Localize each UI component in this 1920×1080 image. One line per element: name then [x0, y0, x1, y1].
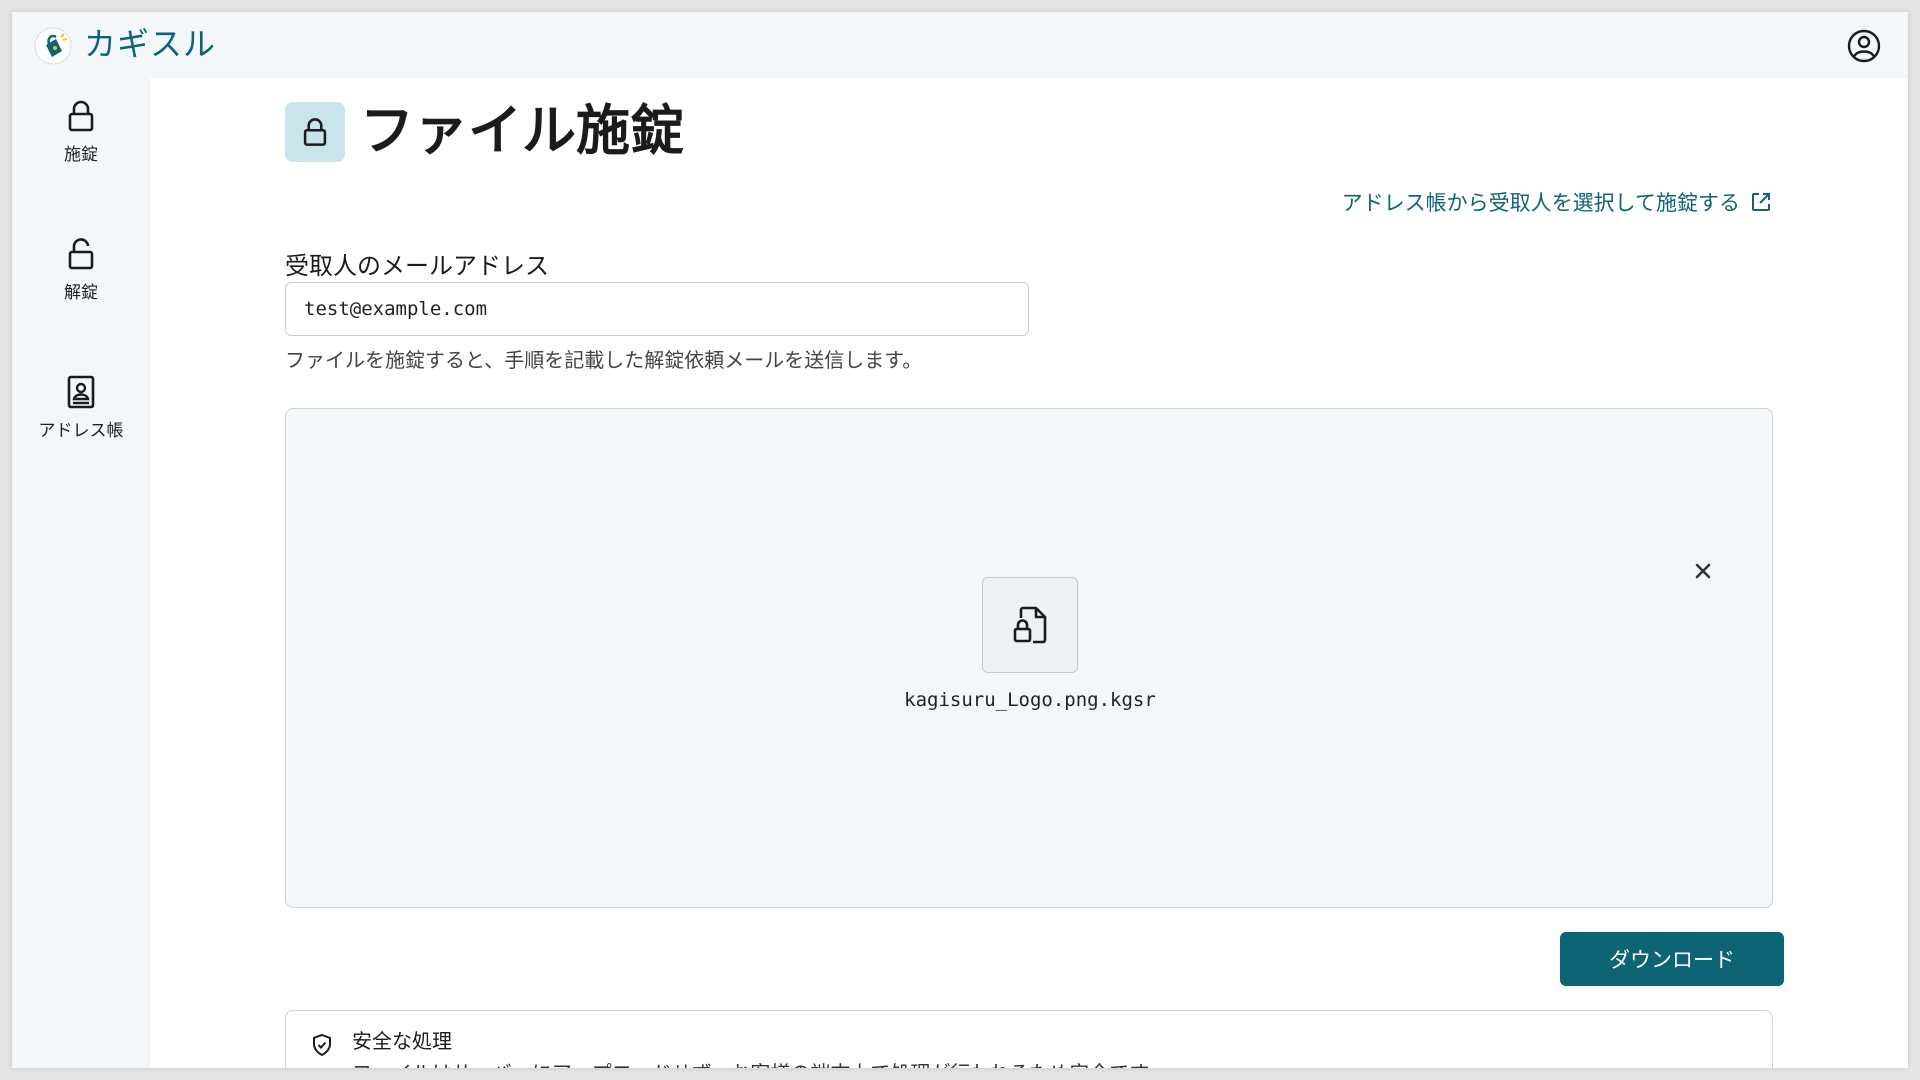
unlock-icon: [68, 238, 94, 270]
sidebar: 施錠 解錠 アドレス帳: [12, 78, 150, 1068]
app-window: カギスル 施錠 解錠 アドレス帳 ファイル施錠 アドレス帳から受取人を選択して施…: [12, 12, 1908, 1068]
security-notice: 安全な処理 ファイルはサーバーにアップロードせず、お客様の端末上で処理が行われる…: [285, 1010, 1773, 1068]
lock-icon: [303, 118, 327, 146]
file-name: kagisuru_Logo.png.kgsr: [904, 689, 1156, 711]
notice-body: ファイルはサーバーにアップロードせず、お客様の端末上で処理が行われるため安全です…: [352, 1057, 1167, 1068]
main-content: ファイル施錠 アドレス帳から受取人を選択して施錠する 受取人のメールアドレス フ…: [150, 78, 1908, 1068]
close-icon: [1695, 563, 1711, 579]
app-logo: [34, 27, 72, 65]
sidebar-item-label: 施錠: [64, 145, 98, 165]
shield-check-icon: [313, 1033, 331, 1057]
sidebar-item-label: 解錠: [64, 283, 98, 303]
notice-title: 安全な処理: [352, 1029, 452, 1053]
email-helper-text: ファイルを施錠すると、手順を記載した解錠依頼メールを送信します。: [285, 348, 923, 372]
file-preview: [982, 577, 1078, 673]
lock-icon: [68, 100, 94, 132]
page-title-badge: [285, 102, 345, 162]
address-book-select-link-label: アドレス帳から受取人を選択して施錠する: [1341, 191, 1740, 215]
page-title: ファイル施錠: [360, 99, 684, 162]
email-field-label: 受取人のメールアドレス: [285, 252, 549, 280]
app-title: カギスル: [84, 25, 217, 63]
locked-file-icon: [1013, 606, 1047, 644]
address-book-icon: [67, 375, 95, 409]
sidebar-item-address-book[interactable]: アドレス帳: [12, 354, 150, 464]
remove-file-button[interactable]: [1689, 557, 1717, 585]
email-field[interactable]: [285, 282, 1029, 336]
sidebar-item-label: アドレス帳: [38, 421, 124, 441]
file-dropzone[interactable]: kagisuru_Logo.png.kgsr: [285, 408, 1773, 908]
external-link-icon: [1752, 193, 1770, 211]
address-book-select-link[interactable]: アドレス帳から受取人を選択して施錠する: [1342, 187, 1772, 217]
app-header: カギスル: [12, 12, 1908, 78]
account-icon[interactable]: [1844, 26, 1884, 66]
sidebar-item-lock[interactable]: 施錠: [12, 78, 150, 188]
download-button[interactable]: ダウンロード: [1560, 932, 1784, 986]
sidebar-item-unlock[interactable]: 解錠: [12, 216, 150, 326]
